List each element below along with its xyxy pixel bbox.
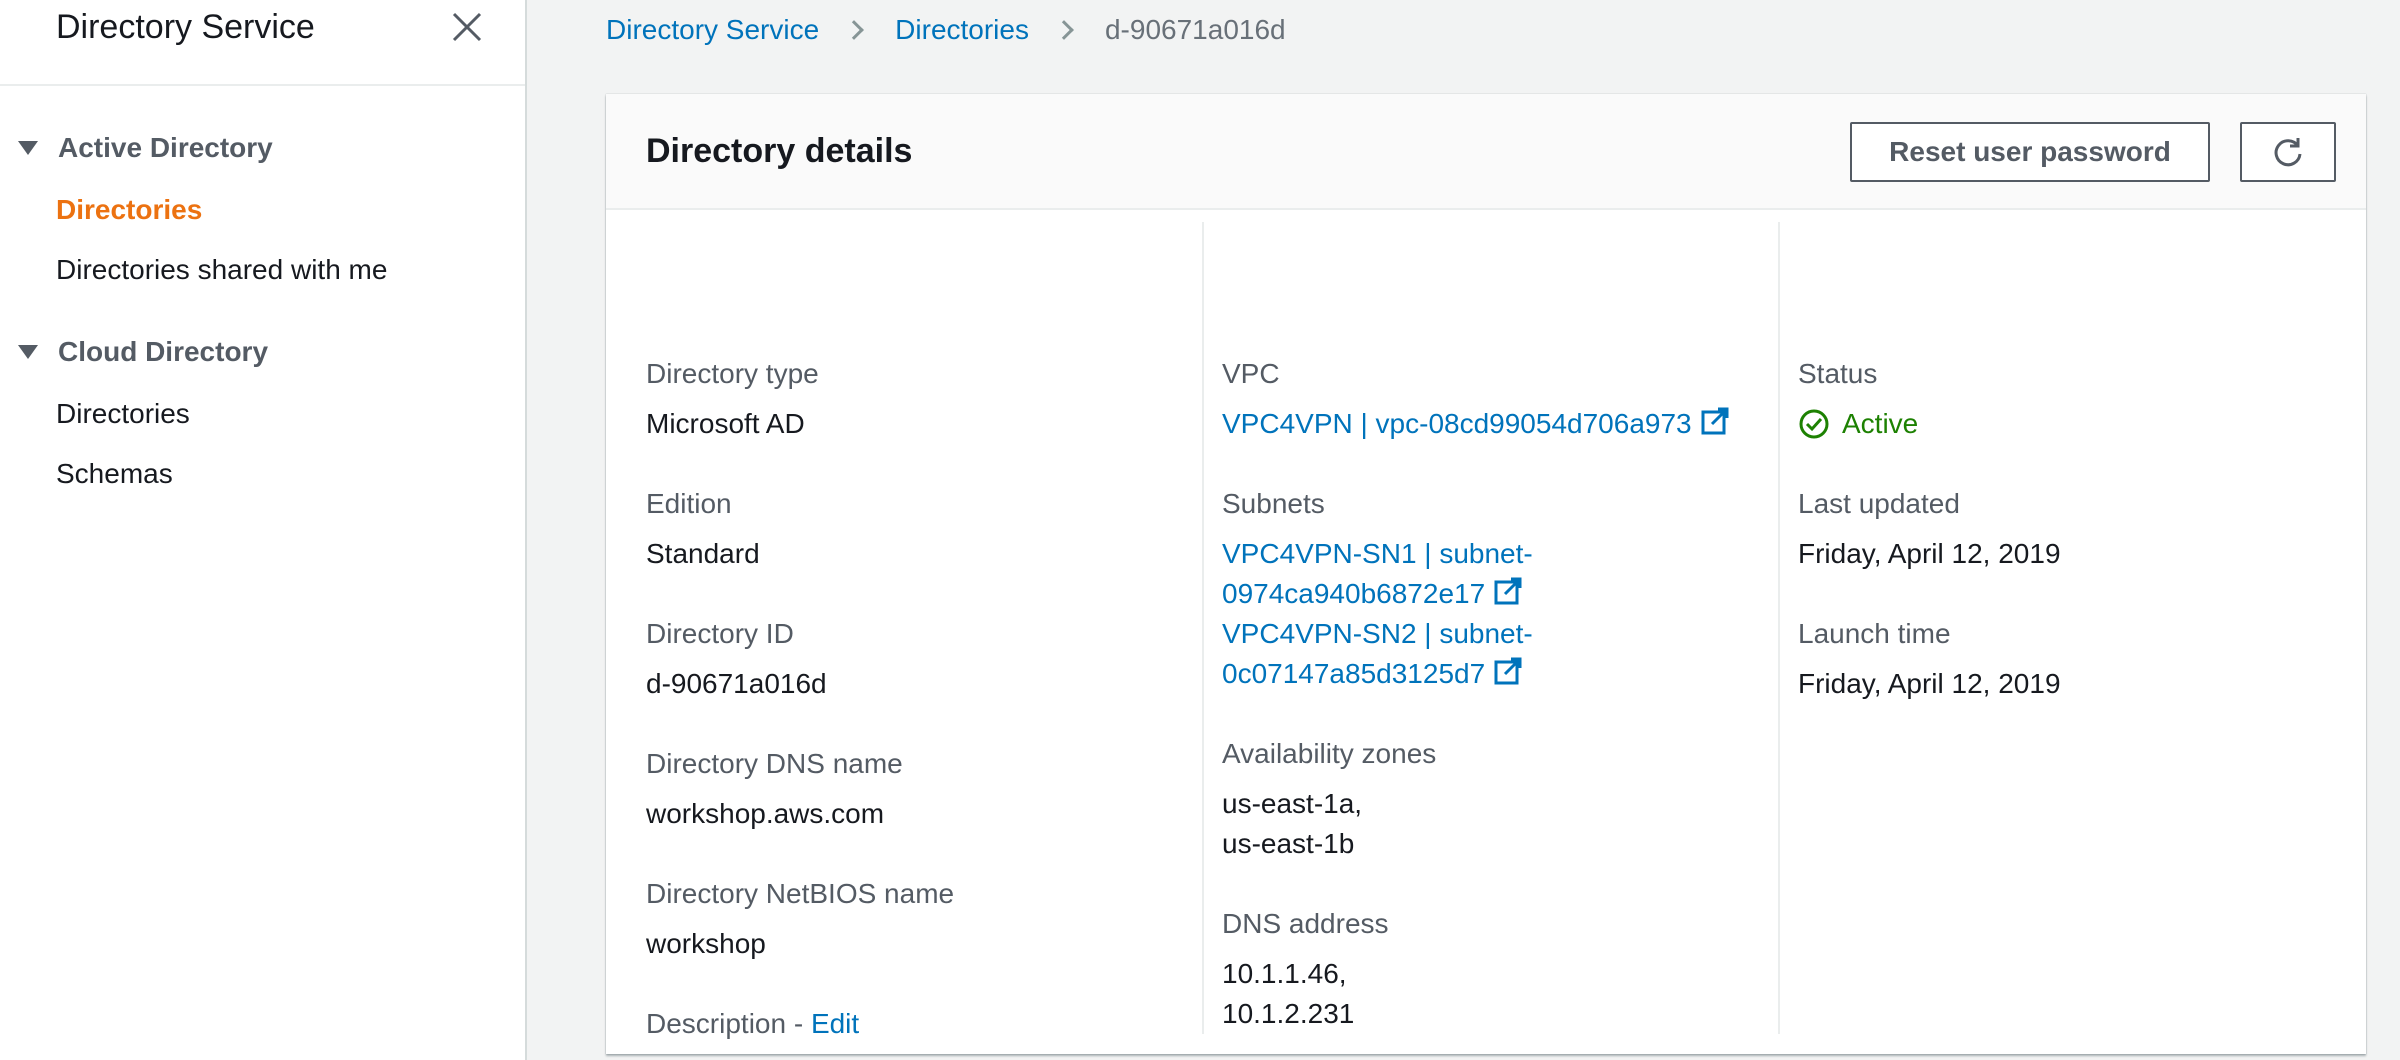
side-navigation: Directory Service Active Directory Direc… <box>0 0 527 1060</box>
sidebar-header: Directory Service <box>0 0 525 86</box>
sidebar-item-cloud-directories[interactable]: Directories <box>56 398 190 430</box>
field-value: VPC4VPN-SN1 | subnet- 0974ca940b6872e17 V… <box>1222 534 1533 694</box>
vpc-link[interactable]: VPC4VPN | vpc-08cd99054d706a973 <box>1222 408 1692 439</box>
field-value: VPC4VPN | vpc-08cd99054d706a973 <box>1222 404 1730 444</box>
breadcrumb-current: d-90671a016d <box>1104 14 1286 45</box>
field-value: Friday, April 12, 2019 <box>1798 668 2061 699</box>
field-availability-zones: Availability zones us-east-1a, us-east-1b <box>1222 734 1436 864</box>
field-directory-netbios-name: Directory NetBIOS name workshop <box>646 874 954 964</box>
field-status: Status Active <box>1798 354 1918 444</box>
dns-line-2: 10.1.2.231 <box>1222 998 1355 1029</box>
external-link-icon[interactable] <box>1493 577 1523 607</box>
sidebar-item-directories[interactable]: Directories <box>56 194 202 226</box>
field-subnets: Subnets VPC4VPN-SN1 | subnet- 0974ca940b6… <box>1222 484 1533 694</box>
field-label: Last updated <box>1798 488 1960 519</box>
subnet-2-line1: VPC4VPN-SN2 | subnet- <box>1222 618 1533 649</box>
field-label: DNS address <box>1222 908 1389 939</box>
field-value: Standard <box>646 538 760 569</box>
sidebar-item-schemas[interactable]: Schemas <box>56 458 173 490</box>
sidebar-title: Directory Service <box>56 8 315 46</box>
chevron-right-icon <box>844 20 865 40</box>
field-value: workshop.aws.com <box>646 798 885 829</box>
field-vpc: VPC VPC4VPN | vpc-08cd99054d706a973 <box>1222 354 1730 444</box>
nav-section-label: Active Directory <box>58 132 273 163</box>
subnet-2-line2: 0c07147a85d3125d7 <box>1222 658 1486 689</box>
field-label: Directory ID <box>646 618 794 649</box>
field-directory-id: Directory ID d-90671a016d <box>646 614 827 704</box>
edit-description-link[interactable]: Edit <box>811 1008 859 1039</box>
close-icon[interactable] <box>448 8 486 46</box>
subnet-1-line1: VPC4VPN-SN1 | subnet- <box>1222 538 1533 569</box>
field-last-updated: Last updated Friday, April 12, 2019 <box>1798 484 2061 574</box>
sidebar-item-directories-shared-with-me[interactable]: Directories shared with me <box>56 254 387 286</box>
details-column-2: VPC VPC4VPN | vpc-08cd99054d706a973 Subn… <box>1202 222 1762 1034</box>
nav-section-active-directory[interactable]: Active Directory <box>18 132 273 164</box>
nav-section-cloud-directory[interactable]: Cloud Directory <box>18 336 268 368</box>
panel-title: Directory details <box>646 132 913 170</box>
field-label: Availability zones <box>1222 738 1437 769</box>
caret-down-icon <box>18 141 38 155</box>
check-circle-icon <box>1799 409 1829 439</box>
breadcrumb-directories[interactable]: Directories <box>895 14 1029 46</box>
field-description: Description - Edit - <box>646 1004 859 1060</box>
subnet-2-link[interactable]: VPC4VPN-SN2 | subnet- 0c07147a85d3125d7 <box>1222 614 1533 694</box>
field-value: Microsoft AD <box>646 408 805 439</box>
details-column-1: Directory type Microsoft AD Edition Stan… <box>646 222 1182 1060</box>
subnet-1-link[interactable]: VPC4VPN-SN1 | subnet- 0974ca940b6872e17 <box>1222 534 1533 614</box>
refresh-icon <box>2274 138 2302 167</box>
field-launch-time: Launch time Friday, April 12, 2019 <box>1798 614 2061 704</box>
field-value: d-90671a016d <box>646 668 827 699</box>
field-directory-type: Directory type Microsoft AD <box>646 354 819 444</box>
details-column-3: Status Active Last updated Friday, April… <box>1778 222 2338 1034</box>
field-label: Directory type <box>646 358 819 389</box>
field-value: Friday, April 12, 2019 <box>1798 538 2061 569</box>
directory-details-panel: Directory details Reset user password Di… <box>606 94 2366 1060</box>
status-badge: Active <box>1798 404 1918 444</box>
field-value: us-east-1a, us-east-1b <box>1222 784 1436 864</box>
field-value: workshop <box>646 928 766 959</box>
description-label: Description - <box>646 1008 811 1039</box>
field-dns-address: DNS address 10.1.1.46, 10.1.2.231 <box>1222 904 1389 1034</box>
az-line-2: us-east-1b <box>1222 828 1355 859</box>
field-label: Edition <box>646 488 732 519</box>
refresh-button[interactable] <box>2240 122 2336 182</box>
breadcrumb-directory-service[interactable]: Directory Service <box>606 14 819 46</box>
chevron-right-icon <box>1054 20 1074 40</box>
field-label: VPC <box>1222 358 1280 389</box>
field-edition: Edition Standard <box>646 484 760 574</box>
field-label: Status <box>1798 358 1878 389</box>
external-link-icon[interactable] <box>1493 657 1523 687</box>
status-value: Active <box>1842 408 1919 439</box>
field-label: Subnets <box>1222 488 1325 519</box>
nav-section-label: Cloud Directory <box>58 336 269 367</box>
caret-down-icon <box>18 345 38 359</box>
breadcrumb: Directory Service Directories d-90671a01… <box>606 14 1286 46</box>
field-directory-dns-name: Directory DNS name workshop.aws.com <box>646 744 903 834</box>
dns-line-1: 10.1.1.46, <box>1222 958 1347 989</box>
field-label: Directory DNS name <box>646 748 903 779</box>
reset-user-password-button[interactable]: Reset user password <box>1850 122 2210 182</box>
panel-header: Directory details Reset user password <box>606 94 2366 210</box>
field-value: 10.1.1.46, 10.1.2.231 <box>1222 954 1389 1034</box>
field-value: - <box>646 1054 859 1060</box>
field-label: Description - Edit <box>646 1004 859 1044</box>
subnet-1-line2: 0974ca940b6872e17 <box>1222 578 1486 609</box>
external-link-icon[interactable] <box>1700 407 1730 437</box>
field-label: Launch time <box>1798 618 1951 649</box>
az-line-1: us-east-1a, <box>1222 788 1363 819</box>
field-label: Directory NetBIOS name <box>646 878 955 909</box>
